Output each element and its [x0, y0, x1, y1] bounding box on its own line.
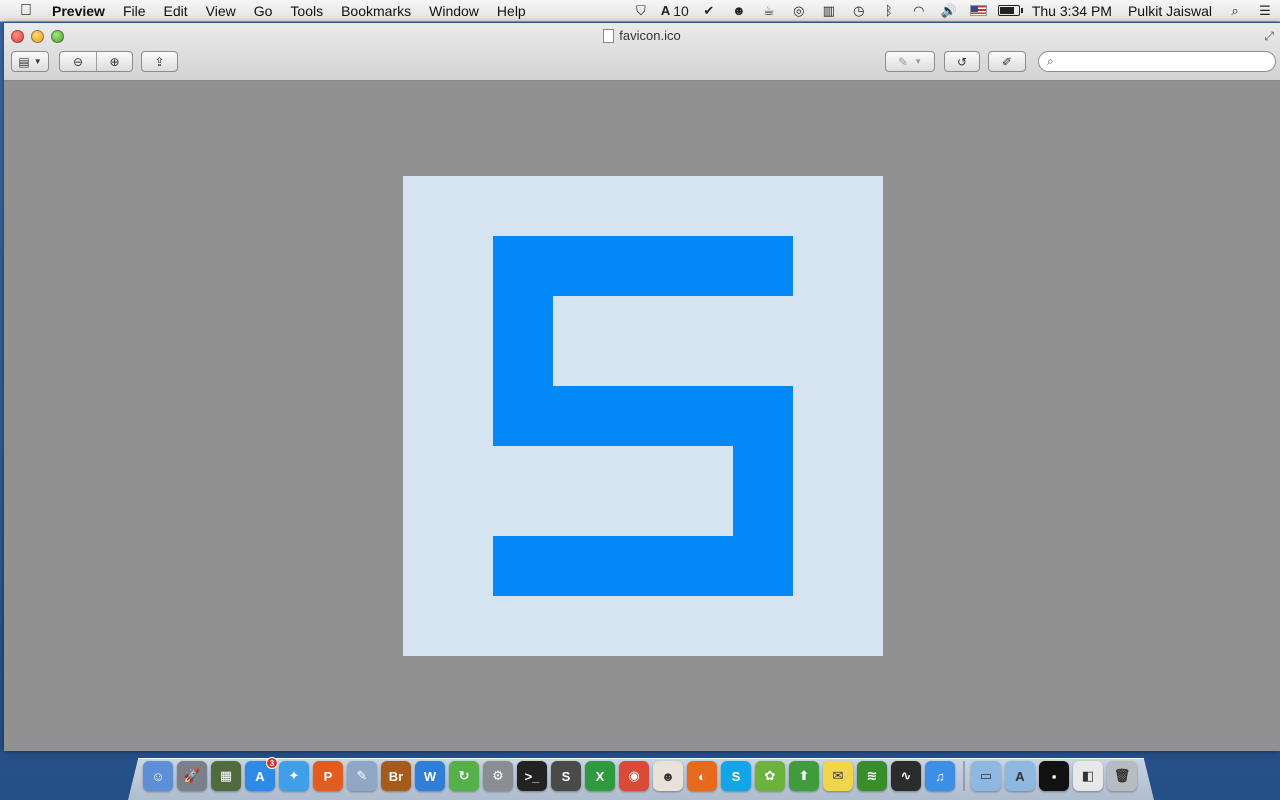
menu-bar:  Preview File Edit View Go Tools Bookma… [0, 0, 1280, 22]
menu-go[interactable]: Go [245, 3, 282, 19]
menu-view[interactable]: View [197, 3, 245, 19]
lifebuoy-icon[interactable]: ◎ [784, 0, 814, 22]
logo-bar-bottom [493, 536, 793, 596]
logo-bar-middle [493, 386, 793, 446]
spotify-icon[interactable]: ≋ [857, 761, 887, 791]
finder-icon[interactable]: ☺ [143, 761, 173, 791]
rotate-button[interactable]: ↺ [944, 51, 980, 72]
search-icon: ⌕ [1047, 54, 1054, 68]
safari-icon[interactable]: ✦ [279, 761, 309, 791]
window-title: favicon.ico [4, 28, 1280, 43]
checkmark-icon[interactable]: ✔ [694, 0, 724, 22]
wifi-icon[interactable]: ◠ [904, 0, 934, 22]
photo-app-icon[interactable]: ▦ [211, 761, 241, 791]
logo-bar-top [493, 236, 793, 296]
downloads-stack-icon[interactable]: ◧ [1073, 761, 1103, 791]
minimized-window-icon[interactable]: ▪ [1039, 761, 1069, 791]
menu-window[interactable]: Window [420, 3, 488, 19]
view-menu-button[interactable]: ▤ ▼ [11, 51, 49, 72]
bluetooth-icon[interactable]: ᛒ [874, 0, 904, 22]
pencil-icon: ✐ [1001, 54, 1013, 69]
user-name[interactable]: Pulkit Jaiswal [1120, 3, 1220, 19]
word-icon[interactable]: W [415, 761, 445, 791]
time-machine-icon[interactable]: ◷ [844, 0, 874, 22]
highlight-button[interactable]: ✎ ▼ [885, 51, 935, 72]
zoom-in-button[interactable]: ⊕ [96, 52, 132, 71]
favicon-image [403, 176, 883, 656]
chevron-down-icon: ▼ [914, 57, 922, 66]
document-canvas [4, 82, 1280, 751]
launchpad-icon[interactable]: 🚀 [177, 761, 207, 791]
sublime-text-icon[interactable]: S [551, 761, 581, 791]
edit-toolbar-button[interactable]: ✐ [988, 51, 1026, 72]
input-source-flag-icon[interactable] [964, 0, 994, 22]
clock[interactable]: Thu 3:34 PM [1024, 3, 1120, 19]
dock: ☺ 🚀 ▦ A 3 ✦ P ✎ Br W ↻ ⚙ >_ S X ◉ ☻ ◐ S ✿ ⬆ ✉ ≋ ∿ ♫ ▭ A ▪ ◧ 🗑 [143, 757, 1141, 792]
zoom-out-button[interactable]: ⊖ [60, 52, 96, 71]
menu-tools[interactable]: Tools [281, 3, 332, 19]
preview-window: favicon.ico ⤢ ▤ ▼ ⊖ ⊕ ⇪ ✎ ▼ ↺ ✐ ⌕ [4, 23, 1280, 751]
document-proxy-icon[interactable] [603, 28, 615, 43]
torrent-icon[interactable]: ↻ [449, 761, 479, 791]
fullscreen-icon[interactable]: ⤢ [1264, 29, 1274, 44]
stickies-icon[interactable]: ✉ [823, 761, 853, 791]
chrome-icon[interactable]: ◉ [619, 761, 649, 791]
applications-stack-icon[interactable]: A [1005, 761, 1035, 791]
share-button[interactable]: ⇪ [141, 51, 178, 72]
notification-badge: 3 [266, 757, 278, 769]
documents-stack-icon[interactable]: ▭ [971, 761, 1001, 791]
logo-bar-upper-left [493, 296, 553, 386]
memory-icon[interactable]: ▥ [814, 0, 844, 22]
coffee-cup-icon[interactable]: ☕ [754, 0, 784, 22]
sidebar-icon: ▤ [18, 54, 30, 69]
upload-icon[interactable]: ⬆ [789, 761, 819, 791]
preview-icon[interactable]: ✎ [347, 761, 377, 791]
robot-icon[interactable]: ☻ [724, 0, 754, 22]
logo-bar-lower-right [733, 446, 793, 536]
spotlight-search-icon[interactable]: ⌕ [1220, 0, 1250, 22]
zoom-control: ⊖ ⊕ [59, 51, 133, 72]
search-field[interactable]: ⌕ [1038, 51, 1276, 72]
terminal-icon[interactable]: >_ [517, 761, 547, 791]
battery-level [999, 7, 1014, 14]
system-preferences-icon[interactable]: ⚙ [483, 761, 513, 791]
powerpoint-icon[interactable]: P [313, 761, 343, 791]
evernote-icon[interactable]: ✿ [755, 761, 785, 791]
menu-help[interactable]: Help [488, 3, 535, 19]
volume-icon[interactable]: 🔊 [934, 0, 964, 22]
dock-separator [963, 761, 965, 791]
github-icon[interactable]: ☻ [653, 761, 683, 791]
firefox-icon[interactable]: ◐ [687, 761, 717, 791]
share-icon: ⇪ [154, 54, 165, 69]
tray-count: 10 [673, 2, 689, 19]
menu-edit[interactable]: Edit [155, 3, 197, 19]
font-count-icon[interactable]: A 10 [656, 0, 694, 22]
rotate-icon: ↺ [956, 54, 968, 69]
menu-bookmarks[interactable]: Bookmarks [332, 3, 420, 19]
highlighter-icon: ✎ [898, 54, 909, 69]
trash-icon[interactable]: 🗑 [1107, 761, 1137, 791]
status-tray: ⛉ A 10 ✔ ☻ ☕ ◎ ▥ ◷ ᛒ ◠ 🔊 Thu 3:34 PM Pulk… [626, 0, 1280, 22]
activity-monitor-icon[interactable]: ∿ [891, 761, 921, 791]
window-titlebar[interactable]: favicon.ico ⤢ ▤ ▼ ⊖ ⊕ ⇪ ✎ ▼ ↺ ✐ ⌕ [4, 23, 1280, 81]
skype-icon[interactable]: S [721, 761, 751, 791]
window-title-text: favicon.ico [619, 28, 681, 43]
battery-icon[interactable] [994, 0, 1024, 22]
itunes-icon[interactable]: ♫ [925, 761, 955, 791]
app-store-icon[interactable]: A3 [245, 757, 278, 791]
notification-center-icon[interactable]: ☰ [1250, 0, 1280, 22]
apple-menu-icon[interactable]:  [12, 2, 40, 20]
menu-app-preview[interactable]: Preview [40, 3, 114, 19]
excel-icon[interactable]: X [585, 761, 615, 791]
chevron-down-icon: ▼ [33, 57, 42, 66]
shield-icon[interactable]: ⛉ [626, 0, 656, 22]
search-input[interactable] [1057, 54, 1258, 69]
menu-file[interactable]: File [114, 3, 155, 19]
bridge-icon[interactable]: Br [381, 761, 411, 791]
